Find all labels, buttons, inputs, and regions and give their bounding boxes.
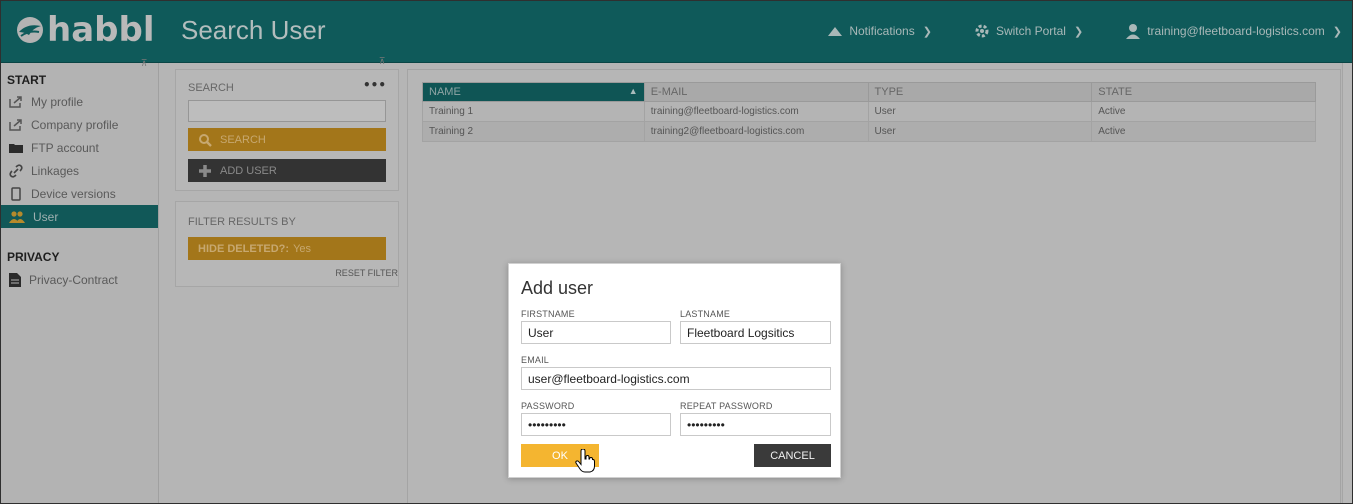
sidebar-item-label: Privacy-Contract (29, 272, 118, 287)
logo[interactable]: habbl (15, 10, 154, 50)
pin-icon[interactable]: ⊼ (377, 57, 387, 67)
chevron-down-icon: ❯ (1073, 25, 1084, 38)
page-title: Search User (181, 15, 326, 45)
add-user-dialog: Add user FIRSTNAME LASTNAME EMAIL PASSWO… (508, 263, 841, 478)
password-label: PASSWORD (521, 401, 575, 411)
mobile-icon (11, 186, 21, 201)
chevron-down-icon: ❯ (1332, 25, 1342, 38)
users-table: NAME ▲ E-MAIL TYPE STATE Training 1 trai… (422, 82, 1316, 142)
switch-portal-menu[interactable]: Switch Portal ❯ (974, 23, 1083, 39)
repeat-password-field[interactable] (680, 413, 831, 436)
hide-deleted-value: Yes (293, 242, 312, 255)
more-options-icon[interactable]: ••• (363, 78, 386, 92)
hide-deleted-filter[interactable]: HIDE DELETED?: Yes (188, 237, 386, 260)
folder-icon (9, 143, 23, 153)
table-header-row: NAME ▲ E-MAIL TYPE STATE (422, 82, 1316, 102)
reset-filter-link[interactable]: RESET FILTER (335, 268, 398, 278)
hide-deleted-label: HIDE DELETED?: (198, 242, 290, 255)
repeat-password-label: REPEAT PASSWORD (680, 401, 773, 411)
firstname-field[interactable] (521, 321, 671, 344)
external-link-icon (9, 95, 22, 108)
email-field[interactable] (521, 367, 831, 390)
sort-asc-icon: ▲ (628, 86, 638, 96)
pin-icon[interactable]: ⊼ (139, 59, 149, 69)
sidebar-heading-privacy: PRIVACY (7, 250, 60, 264)
cell-type: User (867, 101, 1093, 122)
filter-panel: FILTER RESULTS BY HIDE DELETED?: Yes RES… (175, 201, 399, 287)
dialog-title: Add user (521, 278, 594, 298)
sidebar-item-label: Company profile (31, 117, 119, 132)
add-user-button[interactable]: ADD USER (188, 159, 386, 182)
search-label: SEARCH (188, 82, 234, 94)
cell-name: Training 1 (422, 101, 645, 122)
table-row[interactable]: Training 2 training2@fleetboard-logistic… (422, 121, 1316, 142)
external-link-icon (9, 118, 22, 131)
sidebar-heading-start: START (7, 73, 47, 87)
cell-state: Active (1091, 121, 1316, 142)
lastname-label: LASTNAME (680, 309, 731, 319)
cell-email: training2@fleetboard-logistics.com (643, 121, 869, 142)
switch-portal-label: Switch Portal (995, 24, 1066, 38)
search-button[interactable]: SEARCH (188, 128, 386, 151)
cell-state: Active (1091, 101, 1316, 122)
column-header-type[interactable]: TYPE (867, 82, 1093, 102)
cell-name: Training 2 (422, 121, 645, 142)
top-bar: habbl Search User Notifications ❯ Switch… (1, 1, 1352, 63)
sidebar-item-company-profile[interactable]: Company profile (1, 113, 158, 136)
column-header-name[interactable]: NAME ▲ (422, 82, 645, 102)
sidebar-item-privacy-contract[interactable]: Privacy-Contract (1, 268, 158, 291)
link-icon (9, 163, 23, 178)
notifications-menu[interactable]: Notifications ❯ (827, 24, 932, 38)
top-nav: Notifications ❯ Switch Portal ❯ training… (827, 23, 1352, 39)
password-field[interactable] (521, 413, 671, 436)
sidebar-item-linkages[interactable]: Linkages (1, 159, 158, 182)
add-user-button-label: ADD USER (220, 164, 277, 177)
cancel-button[interactable]: CANCEL (754, 444, 831, 467)
users-icon (9, 210, 25, 223)
email-label: EMAIL (521, 355, 550, 365)
filter-label: FILTER RESULTS BY (188, 216, 296, 228)
page-scrollbar[interactable] (1342, 63, 1352, 503)
search-input[interactable] (188, 100, 386, 122)
table-row[interactable]: Training 1 training@fleetboard-logistics… (422, 101, 1316, 122)
user-icon (1126, 24, 1141, 39)
sidebar-item-ftp-account[interactable]: FTP account (1, 136, 158, 159)
cell-email: training@fleetboard-logistics.com (643, 101, 869, 122)
hand-cursor-icon (575, 449, 595, 473)
plus-icon (199, 164, 211, 177)
sidebar: ⊼ START My profile Company profile FTP a… (1, 59, 159, 503)
search-panel: SEARCH ••• SEARCH ADD USER (175, 69, 399, 191)
column-header-label: NAME (429, 86, 461, 98)
sidebar-item-label: User (33, 209, 59, 224)
logo-wing-icon (17, 17, 43, 43)
sidebar-item-label: Linkages (31, 163, 80, 178)
column-header-state[interactable]: STATE (1091, 82, 1316, 102)
chevron-down-icon: ❯ (922, 25, 932, 38)
app-window: habbl Search User Notifications ❯ Switch… (0, 0, 1353, 504)
bell-icon (828, 27, 843, 36)
sidebar-item-label: Device versions (31, 186, 116, 201)
document-icon (9, 272, 21, 287)
gear-icon (975, 24, 989, 38)
search-icon (199, 133, 212, 147)
sidebar-item-label: FTP account (31, 140, 99, 155)
search-button-label: SEARCH (220, 133, 266, 146)
user-menu[interactable]: training@fleetboard-logistics.com ❯ (1125, 23, 1342, 39)
sidebar-item-label: My profile (31, 94, 84, 109)
logo-text: habbl (47, 10, 155, 50)
user-email: training@fleetboard-logistics.com (1147, 24, 1325, 38)
notifications-label: Notifications (849, 24, 915, 38)
cell-type: User (867, 121, 1093, 142)
sidebar-item-device-versions[interactable]: Device versions (1, 182, 158, 205)
column-header-email[interactable]: E-MAIL (643, 82, 869, 102)
firstname-label: FIRSTNAME (521, 309, 575, 319)
sidebar-item-user[interactable]: User (1, 205, 158, 228)
sidebar-item-my-profile[interactable]: My profile (1, 90, 158, 113)
lastname-field[interactable] (680, 321, 831, 344)
